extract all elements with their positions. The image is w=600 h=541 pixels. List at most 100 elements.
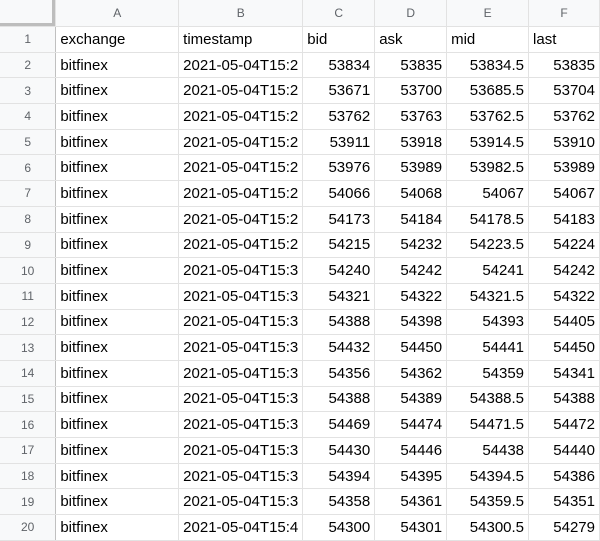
cell-exchange[interactable]: bitfinex — [55, 257, 180, 284]
cell-last[interactable]: 54472 — [528, 411, 600, 438]
row-header[interactable]: 15 — [0, 386, 57, 413]
row-header[interactable]: 12 — [0, 309, 57, 336]
cell-bid[interactable]: 54066 — [302, 180, 376, 207]
cell-ask[interactable]: 54242 — [374, 257, 448, 284]
cell-bid[interactable]: 54432 — [302, 334, 376, 361]
row-header[interactable]: 16 — [0, 411, 57, 438]
cell-ask[interactable]: 54395 — [374, 463, 448, 490]
cell-timestamp[interactable]: 2021-05-04T15:3 — [178, 437, 304, 464]
cell-last[interactable]: 54386 — [528, 463, 600, 490]
cell-mid[interactable]: 54321.5 — [446, 283, 530, 310]
cell-exchange[interactable]: bitfinex — [55, 437, 180, 464]
cell-bid[interactable]: 54300 — [302, 514, 376, 541]
cell-ask[interactable]: 54398 — [374, 309, 448, 336]
cell-ask[interactable]: 54450 — [374, 334, 448, 361]
cell-timestamp[interactable]: 2021-05-04T15:2 — [178, 77, 304, 105]
cell-ask[interactable]: 54446 — [374, 437, 448, 464]
cell-timestamp[interactable]: 2021-05-04T15:3 — [178, 334, 304, 361]
cell-bid[interactable]: 54173 — [302, 206, 376, 233]
cell-ask[interactable]: 53835 — [374, 52, 448, 79]
row-header[interactable]: 1 — [0, 26, 57, 53]
cell-exchange[interactable]: bitfinex — [55, 411, 180, 438]
cell-exchange[interactable]: bitfinex — [55, 103, 180, 130]
row-header[interactable]: 11 — [0, 283, 57, 310]
cell-bid[interactable]: bid — [302, 26, 376, 53]
cell-exchange[interactable]: bitfinex — [55, 154, 180, 182]
cell-timestamp[interactable]: 2021-05-04T15:2 — [178, 232, 304, 259]
cell-bid[interactable]: 53671 — [302, 77, 376, 105]
cell-ask[interactable]: 54232 — [374, 232, 448, 259]
cell-exchange[interactable]: bitfinex — [55, 232, 180, 259]
row-header[interactable]: 4 — [0, 103, 57, 130]
cell-ask[interactable]: 54362 — [374, 360, 448, 387]
cell-timestamp[interactable]: 2021-05-04T15:3 — [178, 309, 304, 336]
row-header[interactable]: 20 — [0, 514, 57, 541]
cell-bid[interactable]: 54321 — [302, 283, 376, 310]
cell-bid[interactable]: 54215 — [302, 232, 376, 259]
cell-last[interactable]: 54450 — [528, 334, 600, 361]
cell-exchange[interactable]: bitfinex — [55, 129, 180, 156]
cell-timestamp[interactable]: 2021-05-04T15:3 — [178, 257, 304, 284]
cell-last[interactable]: 54322 — [528, 283, 600, 310]
select-all-corner[interactable] — [0, 0, 57, 27]
row-header[interactable]: 6 — [0, 154, 57, 182]
cell-mid[interactable]: 53762.5 — [446, 103, 530, 130]
cell-mid[interactable]: 53685.5 — [446, 77, 530, 105]
cell-ask[interactable]: 53700 — [374, 77, 448, 105]
cell-bid[interactable]: 53911 — [302, 129, 376, 156]
cell-bid[interactable]: 53976 — [302, 154, 376, 182]
row-header[interactable]: 5 — [0, 129, 57, 156]
row-header[interactable]: 10 — [0, 257, 57, 284]
row-header[interactable]: 7 — [0, 180, 57, 207]
cell-mid[interactable]: 54394.5 — [446, 463, 530, 490]
cell-last[interactable]: 53989 — [528, 154, 600, 182]
cell-mid[interactable]: 54441 — [446, 334, 530, 361]
cell-exchange[interactable]: bitfinex — [55, 283, 180, 310]
cell-exchange[interactable]: bitfinex — [55, 514, 180, 541]
cell-ask[interactable]: 54068 — [374, 180, 448, 207]
row-header[interactable]: 8 — [0, 206, 57, 233]
cell-mid[interactable]: 54300.5 — [446, 514, 530, 541]
cell-bid[interactable]: 53834 — [302, 52, 376, 79]
cell-mid[interactable]: 54359 — [446, 360, 530, 387]
cell-mid[interactable]: 54067 — [446, 180, 530, 207]
row-header[interactable]: 14 — [0, 360, 57, 387]
cell-timestamp[interactable]: 2021-05-04T15:3 — [178, 463, 304, 490]
cell-mid[interactable]: 54223.5 — [446, 232, 530, 259]
cell-timestamp[interactable]: 2021-05-04T15:3 — [178, 386, 304, 413]
cell-timestamp[interactable]: 2021-05-04T15:3 — [178, 411, 304, 438]
cell-bid[interactable]: 54469 — [302, 411, 376, 438]
column-header-b[interactable]: B — [178, 0, 304, 27]
cell-exchange[interactable]: exchange — [55, 26, 180, 53]
cell-mid[interactable]: 53982.5 — [446, 154, 530, 182]
cell-last[interactable]: 53910 — [528, 129, 600, 156]
cell-last[interactable]: 53704 — [528, 77, 600, 105]
row-header[interactable]: 13 — [0, 334, 57, 361]
cell-ask[interactable]: 54322 — [374, 283, 448, 310]
row-header[interactable]: 18 — [0, 463, 57, 490]
cell-timestamp[interactable]: 2021-05-04T15:2 — [178, 154, 304, 182]
cell-exchange[interactable]: bitfinex — [55, 386, 180, 413]
cell-ask[interactable]: 54361 — [374, 488, 448, 516]
row-header[interactable]: 2 — [0, 52, 57, 79]
cell-bid[interactable]: 54356 — [302, 360, 376, 387]
column-header-a[interactable]: A — [55, 0, 180, 27]
cell-exchange[interactable]: bitfinex — [55, 488, 180, 516]
cell-bid[interactable]: 54388 — [302, 386, 376, 413]
cell-bid[interactable]: 54394 — [302, 463, 376, 490]
cell-timestamp[interactable]: 2021-05-04T15:2 — [178, 180, 304, 207]
cell-mid[interactable]: 54393 — [446, 309, 530, 336]
cell-last[interactable]: last — [528, 26, 600, 53]
cell-mid[interactable]: 54178.5 — [446, 206, 530, 233]
cell-bid[interactable]: 54430 — [302, 437, 376, 464]
cell-last[interactable]: 54242 — [528, 257, 600, 284]
cell-ask[interactable]: ask — [374, 26, 448, 53]
cell-timestamp[interactable]: 2021-05-04T15:3 — [178, 360, 304, 387]
row-header[interactable]: 3 — [0, 77, 57, 105]
cell-bid[interactable]: 53762 — [302, 103, 376, 130]
cell-timestamp[interactable]: 2021-05-04T15:2 — [178, 129, 304, 156]
cell-exchange[interactable]: bitfinex — [55, 334, 180, 361]
row-header[interactable]: 19 — [0, 488, 57, 516]
cell-timestamp[interactable]: 2021-05-04T15:2 — [178, 206, 304, 233]
cell-timestamp[interactable]: 2021-05-04T15:2 — [178, 103, 304, 130]
